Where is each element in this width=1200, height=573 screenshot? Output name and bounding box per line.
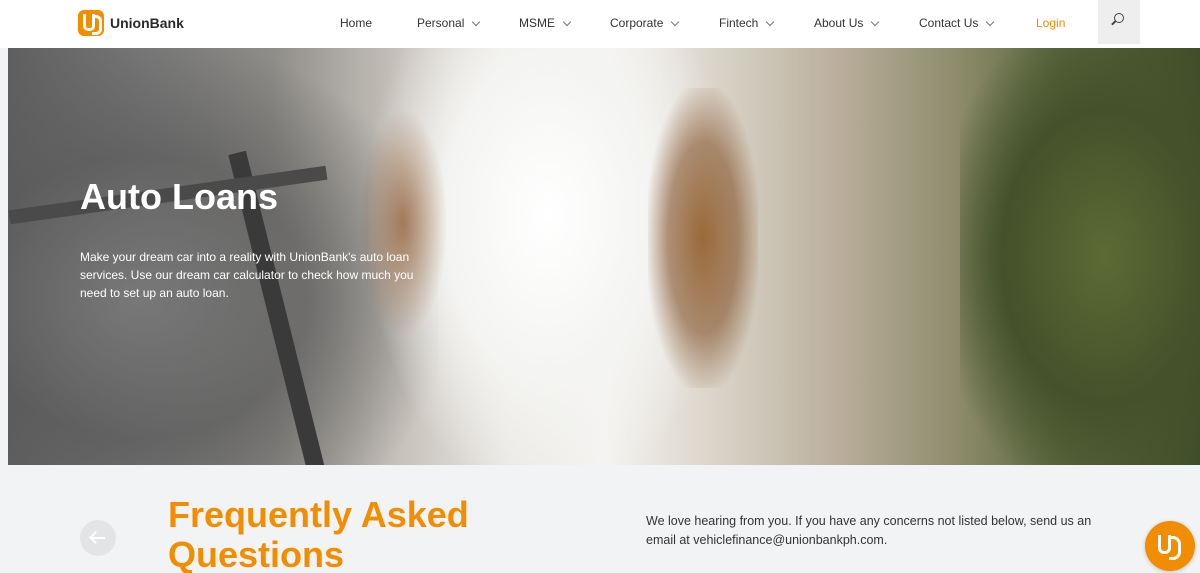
login-link[interactable]: Login bbox=[1036, 16, 1065, 30]
nav-item-fintech[interactable]: Fintech bbox=[719, 16, 775, 30]
site-header: UnionBank Home Personal MSME Corporate F… bbox=[0, 0, 1200, 48]
brand-logo[interactable]: UnionBank bbox=[78, 10, 184, 36]
nav-label: Personal bbox=[417, 16, 465, 30]
hero-title: Auto Loans bbox=[80, 176, 278, 217]
brand-name: UnionBank bbox=[110, 15, 184, 31]
arrow-left-icon[interactable] bbox=[80, 520, 116, 556]
search-icon bbox=[1114, 13, 1124, 23]
hero-banner: Auto Loans Make your dream car into a re… bbox=[8, 48, 1200, 465]
nav-item-personal[interactable]: Personal bbox=[417, 16, 481, 30]
nav-label: Home bbox=[340, 16, 373, 30]
chevron-down-icon bbox=[766, 17, 775, 26]
nav-item-about-us[interactable]: About Us bbox=[814, 16, 880, 30]
hero-description: Make your dream car into a reality with … bbox=[80, 250, 414, 300]
hero-image-hair-left bbox=[358, 108, 448, 338]
faq-section: Frequently Asked Questions We love heari… bbox=[0, 465, 1200, 573]
nav-label: Contact Us bbox=[919, 16, 979, 30]
faq-contact-text: We love hearing from you. If you have an… bbox=[646, 514, 1092, 547]
nav-item-msme[interactable]: MSME bbox=[519, 16, 572, 30]
nav-label: About Us bbox=[814, 16, 864, 30]
nav-item-home[interactable]: Home bbox=[340, 16, 372, 30]
unionbank-logo-icon bbox=[78, 10, 104, 36]
chevron-down-icon bbox=[671, 17, 680, 26]
nav-label: MSME bbox=[519, 16, 555, 30]
nav-item-contact-us[interactable]: Contact Us bbox=[919, 16, 995, 30]
chevron-down-icon bbox=[472, 17, 481, 26]
faq-title: Frequently Asked Questions bbox=[168, 494, 469, 573]
chevron-down-icon bbox=[986, 17, 995, 26]
search-button[interactable] bbox=[1098, 0, 1140, 44]
chat-widget-button[interactable] bbox=[1145, 521, 1195, 571]
hero-image-hair bbox=[648, 88, 758, 388]
nav-item-corporate[interactable]: Corporate bbox=[610, 16, 680, 30]
chevron-down-icon bbox=[871, 17, 880, 26]
hero-image-foliage bbox=[960, 48, 1200, 465]
nav-label: Corporate bbox=[610, 16, 664, 30]
nav-label: Fintech bbox=[719, 16, 759, 30]
chevron-down-icon bbox=[562, 17, 572, 26]
